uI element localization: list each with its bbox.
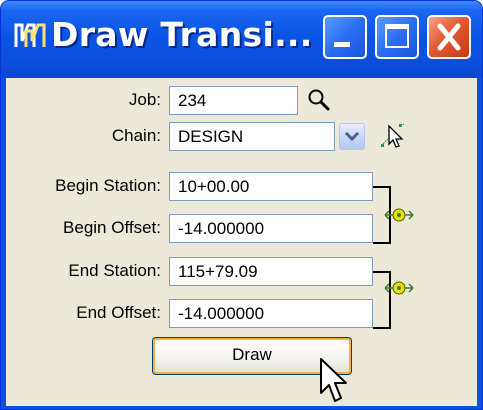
title-bar[interactable]: Draw Transi... xyxy=(1,1,482,77)
maximize-icon xyxy=(385,24,409,48)
end-station-label: End Station: xyxy=(68,261,161,280)
app-icon xyxy=(14,23,46,47)
minimize-button[interactable] xyxy=(323,15,367,59)
begin-offset-label: Begin Offset: xyxy=(63,218,161,237)
window-title: Draw Transi... xyxy=(51,15,313,54)
begin-station-field[interactable]: 10+00.00 xyxy=(169,172,373,201)
maximize-button[interactable] xyxy=(375,15,419,59)
lock-link-icon[interactable] xyxy=(384,277,414,299)
job-label: Job: xyxy=(128,90,161,109)
chain-combobox[interactable]: DESIGN xyxy=(169,122,335,151)
chain-label: Chain: xyxy=(111,126,161,145)
pick-element-icon[interactable] xyxy=(379,120,409,150)
close-icon xyxy=(437,23,461,51)
begin-offset-field[interactable]: -14.000000 xyxy=(169,214,373,243)
chain-dropdown-button[interactable] xyxy=(339,123,365,150)
end-station-field[interactable]: 115+79.09 xyxy=(169,257,373,286)
chevron-down-icon xyxy=(344,131,360,142)
minimize-icon xyxy=(334,42,350,47)
end-offset-label: End Offset: xyxy=(76,303,161,322)
begin-station-label: Begin Station: xyxy=(55,176,161,195)
lock-link-icon[interactable] xyxy=(384,204,414,226)
close-button[interactable] xyxy=(427,15,471,59)
job-field[interactable]: 234 xyxy=(169,86,298,115)
dialog-window: Draw Transi... Job: 234 Chain: DESIGN Be… xyxy=(0,0,483,410)
end-offset-field[interactable]: -14.000000 xyxy=(169,299,373,328)
magnifier-icon[interactable] xyxy=(306,87,332,113)
dialog-body: Job: 234 Chain: DESIGN Begin Station: 10… xyxy=(6,77,477,406)
mouse-pointer-icon xyxy=(320,358,347,402)
